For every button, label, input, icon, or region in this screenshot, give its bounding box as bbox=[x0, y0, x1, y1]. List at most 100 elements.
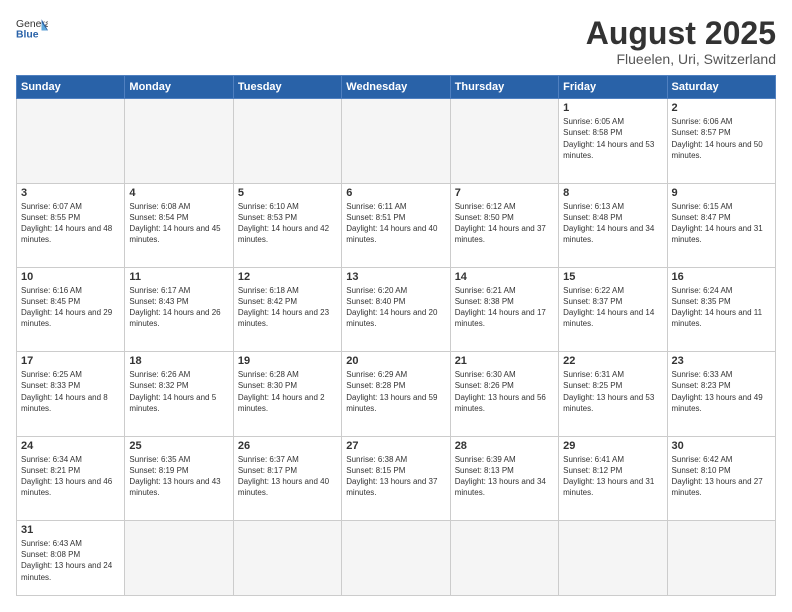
calendar-header-saturday: Saturday bbox=[667, 76, 775, 99]
day-number: 24 bbox=[21, 440, 120, 452]
day-number: 8 bbox=[563, 187, 662, 199]
calendar-day-cell: 27Sunrise: 6:38 AMSunset: 8:15 PMDayligh… bbox=[342, 436, 450, 520]
calendar-day-cell: 6 Sunrise: 6:11 AMSunset: 8:51 PMDaylight… bbox=[342, 183, 450, 267]
day-number: 21 bbox=[455, 355, 554, 367]
calendar-day-cell: 4Sunrise: 6:08 AMSunset: 8:54 PMDaylight… bbox=[125, 183, 233, 267]
day-info: Sunrise: 6:10 AMSunset: 8:53 PMDaylight:… bbox=[238, 201, 337, 246]
calendar-day-cell: 8 Sunrise: 6:13 AMSunset: 8:48 PMDaylight… bbox=[559, 183, 667, 267]
day-number: 13 bbox=[346, 271, 445, 283]
day-number: 18 bbox=[129, 355, 228, 367]
day-info: Sunrise: 6:24 AMSunset: 8:35 PMDaylight:… bbox=[672, 285, 771, 330]
calendar-day-cell: 9 Sunrise: 6:15 AMSunset: 8:47 PMDaylight… bbox=[667, 183, 775, 267]
page: General Blue August 2025 Flueelen, Uri, … bbox=[0, 0, 792, 612]
calendar-day-cell: 1 Sunrise: 6:05 AMSunset: 8:58 PMDaylight… bbox=[559, 99, 667, 183]
calendar-day-cell: 29Sunrise: 6:41 AMSunset: 8:12 PMDayligh… bbox=[559, 436, 667, 520]
day-number: 9 bbox=[672, 187, 771, 199]
day-number: 3 bbox=[21, 187, 120, 199]
calendar-day-cell: 30Sunrise: 6:42 AMSunset: 8:10 PMDayligh… bbox=[667, 436, 775, 520]
calendar-week-row: 1 Sunrise: 6:05 AMSunset: 8:58 PMDaylight… bbox=[17, 99, 776, 183]
calendar-day-cell: 21 Sunrise: 6:30 AMSunset: 8:26 PMDayligh… bbox=[450, 352, 558, 436]
day-number: 15 bbox=[563, 271, 662, 283]
day-info: Sunrise: 6:34 AMSunset: 8:21 PMDaylight:… bbox=[21, 454, 120, 499]
day-info: Sunrise: 6:26 AMSunset: 8:32 PMDaylight:… bbox=[129, 369, 228, 414]
day-info: Sunrise: 6:30 AMSunset: 8:26 PMDaylight:… bbox=[455, 369, 554, 414]
day-info: Sunrise: 6:06 AMSunset: 8:57 PMDaylight:… bbox=[672, 116, 771, 161]
day-number: 7 bbox=[455, 187, 554, 199]
calendar-header-sunday: Sunday bbox=[17, 76, 125, 99]
day-number: 30 bbox=[672, 440, 771, 452]
calendar-week-row: 3 Sunrise: 6:07 AMSunset: 8:55 PMDaylight… bbox=[17, 183, 776, 267]
calendar-day-cell bbox=[233, 520, 341, 595]
day-number: 19 bbox=[238, 355, 337, 367]
logo: General Blue bbox=[16, 16, 48, 44]
day-info: Sunrise: 6:29 AMSunset: 8:28 PMDaylight:… bbox=[346, 369, 445, 414]
calendar-title: August 2025 bbox=[586, 16, 776, 51]
calendar-day-cell: 12 Sunrise: 6:18 AMSunset: 8:42 PMDayligh… bbox=[233, 267, 341, 351]
day-info: Sunrise: 6:33 AMSunset: 8:23 PMDaylight:… bbox=[672, 369, 771, 414]
day-number: 5 bbox=[238, 187, 337, 199]
calendar-week-row: 31 Sunrise: 6:43 AMSunset: 8:08 PMDayligh… bbox=[17, 520, 776, 595]
header: General Blue August 2025 Flueelen, Uri, … bbox=[16, 16, 776, 67]
calendar-week-row: 17Sunrise: 6:25 AMSunset: 8:33 PMDayligh… bbox=[17, 352, 776, 436]
day-info: Sunrise: 6:18 AMSunset: 8:42 PMDaylight:… bbox=[238, 285, 337, 330]
day-info: Sunrise: 6:25 AMSunset: 8:33 PMDaylight:… bbox=[21, 369, 120, 414]
calendar-subtitle: Flueelen, Uri, Switzerland bbox=[586, 51, 776, 67]
day-number: 31 bbox=[21, 524, 120, 536]
calendar-header-thursday: Thursday bbox=[450, 76, 558, 99]
calendar-week-row: 24 Sunrise: 6:34 AMSunset: 8:21 PMDayligh… bbox=[17, 436, 776, 520]
calendar-day-cell: 23Sunrise: 6:33 AMSunset: 8:23 PMDayligh… bbox=[667, 352, 775, 436]
day-info: Sunrise: 6:13 AMSunset: 8:48 PMDaylight:… bbox=[563, 201, 662, 246]
day-info: Sunrise: 6:43 AMSunset: 8:08 PMDaylight:… bbox=[21, 538, 120, 583]
calendar-day-cell: 17Sunrise: 6:25 AMSunset: 8:33 PMDayligh… bbox=[17, 352, 125, 436]
calendar-day-cell: 28 Sunrise: 6:39 AMSunset: 8:13 PMDayligh… bbox=[450, 436, 558, 520]
calendar-day-cell: 2Sunrise: 6:06 AMSunset: 8:57 PMDaylight… bbox=[667, 99, 775, 183]
day-info: Sunrise: 6:07 AMSunset: 8:55 PMDaylight:… bbox=[21, 201, 120, 246]
calendar-day-cell bbox=[125, 99, 233, 183]
calendar-day-cell: 13 Sunrise: 6:20 AMSunset: 8:40 PMDayligh… bbox=[342, 267, 450, 351]
calendar-header-tuesday: Tuesday bbox=[233, 76, 341, 99]
calendar-week-row: 10 Sunrise: 6:16 AMSunset: 8:45 PMDayligh… bbox=[17, 267, 776, 351]
day-number: 1 bbox=[563, 102, 662, 114]
calendar-day-cell: 3 Sunrise: 6:07 AMSunset: 8:55 PMDaylight… bbox=[17, 183, 125, 267]
day-number: 6 bbox=[346, 187, 445, 199]
day-info: Sunrise: 6:38 AMSunset: 8:15 PMDaylight:… bbox=[346, 454, 445, 499]
calendar-header-wednesday: Wednesday bbox=[342, 76, 450, 99]
calendar-day-cell bbox=[450, 99, 558, 183]
day-info: Sunrise: 6:28 AMSunset: 8:30 PMDaylight:… bbox=[238, 369, 337, 414]
day-info: Sunrise: 6:05 AMSunset: 8:58 PMDaylight:… bbox=[563, 116, 662, 161]
day-info: Sunrise: 6:39 AMSunset: 8:13 PMDaylight:… bbox=[455, 454, 554, 499]
calendar-day-cell bbox=[342, 520, 450, 595]
calendar-day-cell: 22Sunrise: 6:31 AMSunset: 8:25 PMDayligh… bbox=[559, 352, 667, 436]
calendar-day-cell: 20Sunrise: 6:29 AMSunset: 8:28 PMDayligh… bbox=[342, 352, 450, 436]
day-info: Sunrise: 6:37 AMSunset: 8:17 PMDaylight:… bbox=[238, 454, 337, 499]
day-info: Sunrise: 6:17 AMSunset: 8:43 PMDaylight:… bbox=[129, 285, 228, 330]
day-info: Sunrise: 6:11 AMSunset: 8:51 PMDaylight:… bbox=[346, 201, 445, 246]
calendar-day-cell: 7 Sunrise: 6:12 AMSunset: 8:50 PMDaylight… bbox=[450, 183, 558, 267]
calendar-day-cell bbox=[342, 99, 450, 183]
day-number: 26 bbox=[238, 440, 337, 452]
calendar-day-cell bbox=[17, 99, 125, 183]
calendar-day-cell: 31 Sunrise: 6:43 AMSunset: 8:08 PMDayligh… bbox=[17, 520, 125, 595]
day-number: 10 bbox=[21, 271, 120, 283]
day-info: Sunrise: 6:15 AMSunset: 8:47 PMDaylight:… bbox=[672, 201, 771, 246]
calendar-day-cell: 10 Sunrise: 6:16 AMSunset: 8:45 PMDayligh… bbox=[17, 267, 125, 351]
title-block: August 2025 Flueelen, Uri, Switzerland bbox=[586, 16, 776, 67]
generalblue-logo-icon: General Blue bbox=[16, 16, 48, 44]
calendar-day-cell bbox=[233, 99, 341, 183]
calendar-day-cell bbox=[559, 520, 667, 595]
day-number: 29 bbox=[563, 440, 662, 452]
day-number: 28 bbox=[455, 440, 554, 452]
day-number: 14 bbox=[455, 271, 554, 283]
day-info: Sunrise: 6:12 AMSunset: 8:50 PMDaylight:… bbox=[455, 201, 554, 246]
day-number: 12 bbox=[238, 271, 337, 283]
day-info: Sunrise: 6:21 AMSunset: 8:38 PMDaylight:… bbox=[455, 285, 554, 330]
day-info: Sunrise: 6:16 AMSunset: 8:45 PMDaylight:… bbox=[21, 285, 120, 330]
calendar-day-cell: 18 Sunrise: 6:26 AMSunset: 8:32 PMDayligh… bbox=[125, 352, 233, 436]
day-number: 4 bbox=[129, 187, 228, 199]
day-number: 11 bbox=[129, 271, 228, 283]
calendar-header-monday: Monday bbox=[125, 76, 233, 99]
calendar-day-cell: 19 Sunrise: 6:28 AMSunset: 8:30 PMDayligh… bbox=[233, 352, 341, 436]
day-info: Sunrise: 6:20 AMSunset: 8:40 PMDaylight:… bbox=[346, 285, 445, 330]
day-number: 25 bbox=[129, 440, 228, 452]
day-number: 22 bbox=[563, 355, 662, 367]
